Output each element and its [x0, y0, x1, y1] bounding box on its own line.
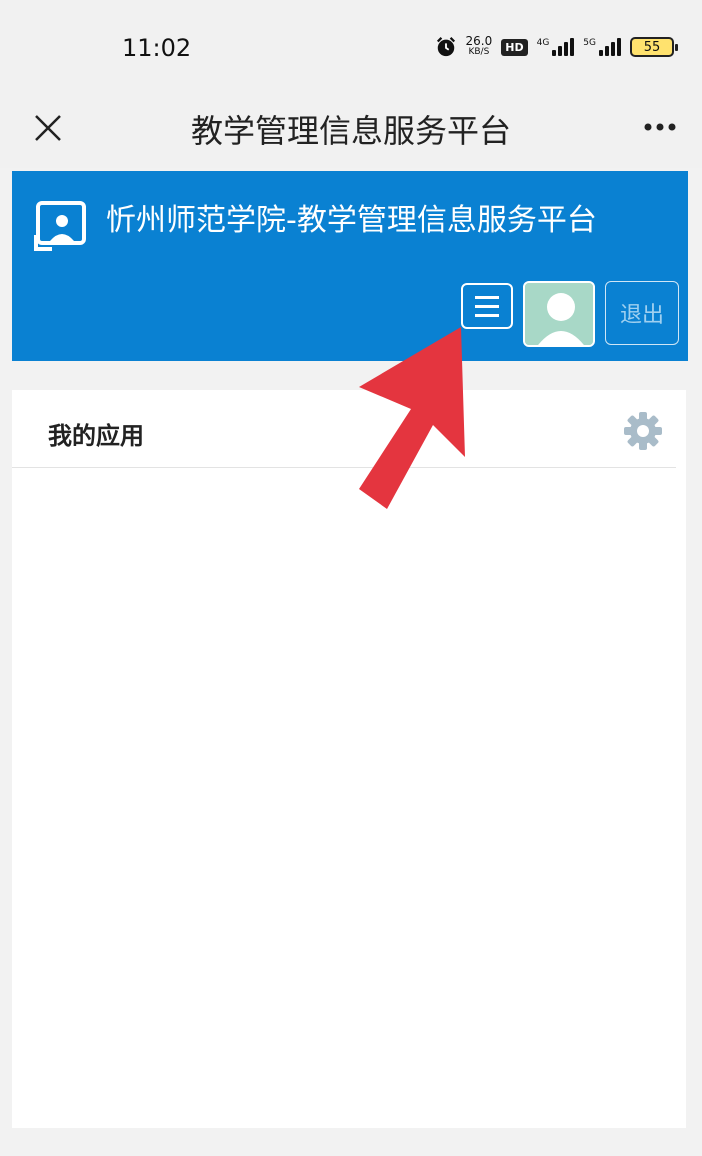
signal-icon: 4G — [537, 38, 575, 56]
signal-icon-5g: 5G — [583, 38, 621, 56]
logout-button[interactable]: 退出 — [605, 281, 679, 345]
status-bar: 11:02 26.0 KB/S HD 4G 5G 55 — [0, 0, 702, 92]
status-icons: 26.0 KB/S HD 4G 5G 55 — [435, 34, 678, 58]
my-apps-panel: 我的应用 — [12, 390, 686, 1128]
site-header: 忻州师范学院-教学管理信息服务平台 退出 — [12, 171, 688, 361]
network-speed-unit: KB/S — [468, 47, 490, 57]
alarm-icon — [436, 37, 455, 57]
site-title: 忻州师范学院-教学管理信息服务平台 — [106, 203, 597, 238]
menu-icon[interactable] — [461, 283, 513, 329]
avatar[interactable] — [523, 281, 595, 347]
more-icon[interactable] — [640, 112, 680, 142]
network-speed: 26.0 KB/S — [465, 34, 493, 58]
status-time: 11:02 — [122, 34, 192, 62]
battery-icon: 55 — [630, 37, 678, 57]
logo-icon — [34, 201, 86, 251]
network-speed-value: 26.0 — [465, 34, 493, 48]
hd-badge: HD — [501, 38, 528, 56]
my-apps-title: 我的应用 — [48, 422, 144, 450]
gear-icon[interactable] — [622, 410, 664, 452]
signal-label-4g: 4G — [536, 38, 550, 48]
nav-bar: 教学管理信息服务平台 — [0, 92, 702, 168]
battery-level: 55 — [643, 39, 661, 55]
nav-title: 教学管理信息服务平台 — [190, 112, 511, 150]
my-apps-header: 我的应用 — [12, 390, 676, 468]
phone-screen: 11:02 26.0 KB/S HD 4G 5G 55 教学管理信息服务平台 忻… — [0, 0, 702, 1156]
signal-label-5g: 5G — [583, 38, 596, 48]
